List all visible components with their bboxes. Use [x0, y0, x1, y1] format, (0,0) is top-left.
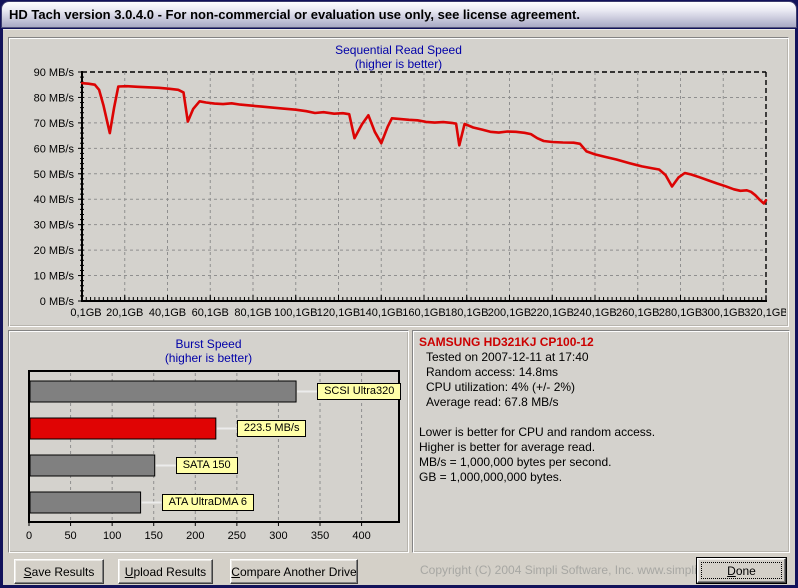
note-gb-definition: GB = 1,000,000,000 bytes.	[419, 470, 563, 484]
svg-text:50 MB/s: 50 MB/s	[34, 169, 75, 181]
svg-text:320,1GB: 320,1GB	[744, 307, 786, 319]
svg-text:100,1GB: 100,1GB	[274, 307, 317, 319]
svg-text:60,1GB: 60,1GB	[192, 307, 229, 319]
svg-text:350: 350	[311, 530, 329, 542]
svg-text:250: 250	[228, 530, 246, 542]
svg-text:0: 0	[26, 530, 32, 542]
done-button[interactable]: Done	[696, 557, 787, 584]
svg-text:40 MB/s: 40 MB/s	[34, 194, 75, 206]
svg-text:100: 100	[103, 530, 121, 542]
svg-text:220,1GB: 220,1GB	[531, 307, 574, 319]
svg-text:300,1GB: 300,1GB	[702, 307, 745, 319]
svg-text:20,1GB: 20,1GB	[106, 307, 143, 319]
svg-text:20 MB/s: 20 MB/s	[34, 245, 75, 257]
hd-tach-window: HD Tach version 3.0.4.0 - For non-commer…	[0, 0, 798, 588]
burst-bar-label-0: SCSI Ultra320	[317, 383, 402, 400]
svg-text:30 MB/s: 30 MB/s	[34, 220, 75, 232]
random-access-line: Random access: 14.8ms	[426, 365, 559, 379]
burst-speed-panel: Burst Speed (higher is better) 0 50 100 150…	[8, 330, 409, 553]
svg-text:80 MB/s: 80 MB/s	[34, 92, 75, 104]
average-read-line: Average read: 67.8 MB/s	[426, 395, 559, 409]
svg-text:0 MB/s: 0 MB/s	[40, 296, 75, 308]
tested-on-line: Tested on 2007-12-11 at 17:40	[426, 350, 589, 364]
sequential-read-chart-title: Sequential Read Speed	[335, 43, 462, 57]
svg-text:200: 200	[186, 530, 204, 542]
window-title: HD Tach version 3.0.4.0 - For non-commer…	[9, 7, 580, 22]
burst-bar-label-1: 223.5 MB/s	[236, 420, 307, 437]
burst-bar-label-3: ATA UltraDMA 6	[161, 494, 255, 511]
svg-text:260,1GB: 260,1GB	[616, 307, 659, 319]
burst-speed-chart: 0 50 100 150 200 250 300 350 400	[26, 370, 400, 542]
svg-text:160,1GB: 160,1GB	[402, 307, 445, 319]
svg-text:60 MB/s: 60 MB/s	[34, 143, 75, 155]
note-higher-better: Higher is better for average read.	[419, 440, 596, 454]
svg-text:280,1GB: 280,1GB	[659, 307, 702, 319]
svg-text:70 MB/s: 70 MB/s	[34, 118, 75, 130]
save-results-button[interactable]: Save Results	[14, 559, 104, 584]
copyright-text: Copyright (C) 2004 Simpli Software, Inc.…	[420, 563, 769, 577]
svg-text:240,1GB: 240,1GB	[573, 307, 616, 319]
burst-bar-1	[29, 417, 217, 440]
sequential-read-line	[80, 81, 768, 205]
burst-bar-0	[29, 380, 297, 403]
burst-bar-3	[29, 491, 142, 514]
note-lower-better: Lower is better for CPU and random acces…	[419, 425, 656, 439]
svg-text:80,1GB: 80,1GB	[234, 307, 271, 319]
window-body: Sequential Read Speed (higher is better)…	[3, 29, 795, 585]
svg-text:200,1GB: 200,1GB	[488, 307, 531, 319]
svg-text:180,1GB: 180,1GB	[445, 307, 488, 319]
svg-text:120,1GB: 120,1GB	[317, 307, 360, 319]
svg-text:50: 50	[64, 530, 76, 542]
svg-text:140,1GB: 140,1GB	[360, 307, 403, 319]
note-mbs-definition: MB/s = 1,000,000 bytes per second.	[419, 455, 612, 469]
upload-results-button[interactable]: Upload Results	[118, 559, 213, 584]
svg-text:150: 150	[145, 530, 163, 542]
svg-text:400: 400	[352, 530, 370, 542]
sequential-read-panel: Sequential Read Speed (higher is better)…	[8, 37, 789, 327]
drive-info-panel: SAMSUNG HD321KJ CP100-12 Tested on 2007-…	[412, 330, 790, 553]
svg-text:300: 300	[269, 530, 287, 542]
svg-text:0,1GB: 0,1GB	[70, 307, 101, 319]
svg-text:90 MB/s: 90 MB/s	[34, 67, 75, 79]
drive-name: SAMSUNG HD321KJ CP100-12	[419, 335, 594, 349]
svg-text:10 MB/s: 10 MB/s	[34, 271, 75, 283]
svg-text:40,1GB: 40,1GB	[149, 307, 186, 319]
compare-another-drive-button[interactable]: Compare Another Drive	[230, 559, 358, 584]
title-bar[interactable]: HD Tach version 3.0.4.0 - For non-commer…	[1, 1, 797, 28]
burst-bar-2	[29, 454, 156, 477]
sequential-read-chart: 90 MB/s 80 MB/s 70 MB/s 60 MB/s 50 MB/s 40 MB…	[34, 67, 786, 319]
burst-bar-label-2: SATA 150	[175, 457, 238, 474]
cpu-utilization-line: CPU utilization: 4% (+/- 2%)	[426, 380, 576, 394]
